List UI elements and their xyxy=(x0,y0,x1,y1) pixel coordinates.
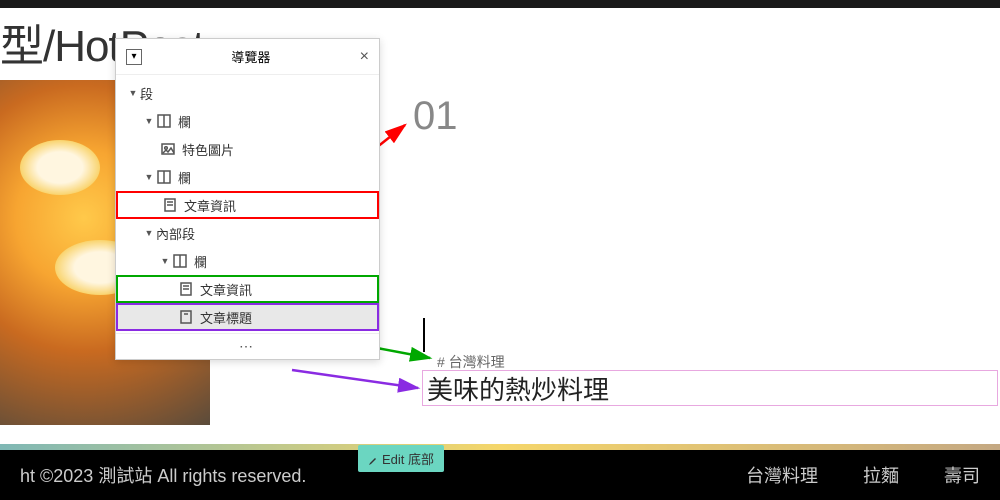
tree-label: 特色圖片 xyxy=(182,140,234,159)
main-canvas: ▾ 導覽器 × ▼ 段 ▼ 欄 特色圖片 ▼ 欄 xyxy=(0,80,1000,460)
pencil-icon xyxy=(368,454,378,464)
image-icon xyxy=(160,142,176,156)
tree-item-post-info-1[interactable]: 文章資訊 xyxy=(116,191,379,219)
navigator-footer[interactable]: ⋯ xyxy=(116,333,379,359)
post-title-box[interactable]: 美味的熱炒料理 xyxy=(422,370,998,406)
column-icon xyxy=(172,254,188,268)
navigator-tree: ▼ 段 ▼ 欄 特色圖片 ▼ 欄 文章資訊 ▼ xyxy=(116,75,379,333)
edit-footer-button[interactable]: Edit 底部 xyxy=(358,445,444,472)
tree-label: 文章標題 xyxy=(200,308,252,327)
tree-item-col2[interactable]: ▼ 欄 xyxy=(116,163,379,191)
tree-label: 文章資訊 xyxy=(200,280,252,299)
caret-icon: ▼ xyxy=(144,228,154,238)
post-number: 01 xyxy=(413,94,458,139)
caret-icon: ▼ xyxy=(144,116,154,126)
caret-icon: ▼ xyxy=(160,256,170,266)
navigator-panel: ▾ 導覽器 × ▼ 段 ▼ 欄 特色圖片 ▼ 欄 xyxy=(115,38,380,360)
tree-item-col3[interactable]: ▼ 欄 xyxy=(116,247,379,275)
edit-label: Edit 底部 xyxy=(382,449,434,468)
window-topbar xyxy=(0,0,1000,8)
copyright-text: ht ©2023 測試站 All rights reserved. xyxy=(20,462,306,488)
footer-nav: 台灣料理 拉麵 壽司 xyxy=(706,462,980,488)
navigator-title: 導覽器 xyxy=(142,47,360,66)
close-icon[interactable]: × xyxy=(360,48,369,66)
post-info-icon xyxy=(178,282,194,296)
tree-label: 文章資訊 xyxy=(184,196,236,215)
tree-label: 欄 xyxy=(178,112,191,131)
column-icon xyxy=(156,170,172,184)
arrow-purple xyxy=(290,360,430,400)
tree-item-section[interactable]: ▼ 段 xyxy=(116,79,379,107)
post-info-icon xyxy=(162,198,178,212)
dropdown-icon[interactable]: ▾ xyxy=(126,49,142,65)
tree-label: 欄 xyxy=(178,168,191,187)
footer-link-sushi[interactable]: 壽司 xyxy=(944,466,980,486)
tree-item-inner-section[interactable]: ▼ 內部段 xyxy=(116,219,379,247)
tree-item-featured-image[interactable]: 特色圖片 xyxy=(116,135,379,163)
footer-link-tw[interactable]: 台灣料理 xyxy=(746,466,818,486)
tree-label: 欄 xyxy=(194,252,207,271)
tree-label: 段 xyxy=(140,84,153,103)
caret-icon: ▼ xyxy=(128,88,138,98)
tree-item-post-title[interactable]: 文章標題 xyxy=(116,303,379,331)
caret-icon: ▼ xyxy=(144,172,154,182)
text-cursor xyxy=(423,318,425,352)
site-footer: ht ©2023 測試站 All rights reserved. 台灣料理 拉… xyxy=(0,450,1000,500)
tree-label: 內部段 xyxy=(156,224,195,243)
tree-item-col1[interactable]: ▼ 欄 xyxy=(116,107,379,135)
column-icon xyxy=(156,114,172,128)
navigator-header: ▾ 導覽器 × xyxy=(116,39,379,75)
post-title-text: 美味的熱炒料理 xyxy=(427,370,609,407)
tree-item-post-info-2[interactable]: 文章資訊 xyxy=(116,275,379,303)
post-title-icon xyxy=(178,310,194,324)
footer-link-ramen[interactable]: 拉麵 xyxy=(863,466,899,486)
